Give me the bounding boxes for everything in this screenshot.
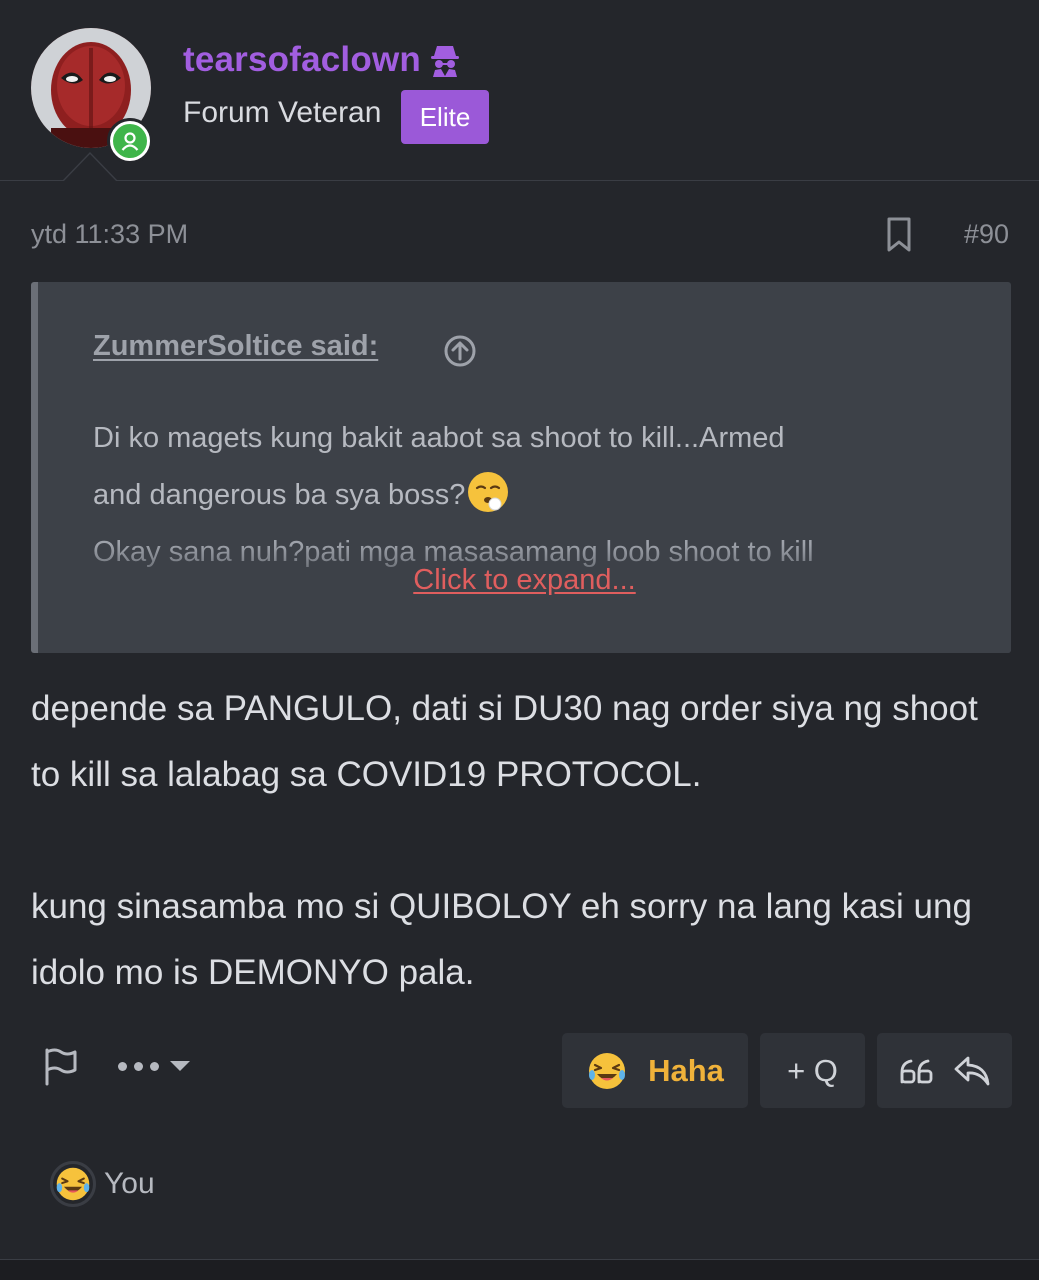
- reaction-label[interactable]: Haha: [648, 1053, 724, 1089]
- spy-icon: [430, 46, 459, 77]
- header-notch-fill: [63, 154, 117, 182]
- user-badge: Elite: [401, 90, 489, 144]
- user-title: Forum Veteran: [183, 96, 382, 129]
- quote-icon: [900, 1059, 932, 1083]
- username-text[interactable]: tearsofaclown: [183, 40, 421, 80]
- post-timestamp[interactable]: ytd 11:33 PM: [31, 219, 188, 250]
- reaction-summary-label[interactable]: You: [104, 1167, 155, 1201]
- reply-button[interactable]: [877, 1033, 1012, 1108]
- multiquote-label[interactable]: + Q: [787, 1053, 838, 1089]
- post-message: depende sa PANGULO, dati si DU30 nag ord…: [31, 676, 1016, 1006]
- reaction-button[interactable]: Haha: [562, 1033, 748, 1108]
- laughing-emoji: [50, 1161, 96, 1207]
- username[interactable]: tearsofaclown: [183, 40, 463, 80]
- laughing-emoji-icon: [56, 1167, 90, 1201]
- message-paragraph: depende sa PANGULO, dati si DU30 nag ord…: [31, 689, 978, 794]
- user-icon: [121, 132, 139, 151]
- arrow-up-circle-icon[interactable]: [443, 334, 477, 368]
- quote-line-text: and dangerous ba sya boss?: [93, 479, 466, 511]
- sleepy-face-emoji: [468, 472, 509, 513]
- quote-author-link[interactable]: ZummerSoltice said:: [93, 330, 378, 363]
- post-header: tearsofaclown Forum Veteran Elite: [0, 0, 1039, 181]
- more-icon-dot: [150, 1061, 159, 1071]
- quote-line: and dangerous ba sya boss?: [93, 467, 983, 524]
- reaction-summary[interactable]: You: [50, 1160, 155, 1208]
- flag-icon[interactable]: [42, 1046, 78, 1086]
- quote-block: ZummerSoltice said: Di ko magets kung ba…: [31, 282, 1011, 653]
- chevron-down-icon: [170, 1061, 190, 1071]
- expand-quote-link[interactable]: Click to expand...: [38, 564, 1011, 597]
- more-options-menu[interactable]: [118, 1050, 206, 1082]
- bookmark-icon[interactable]: [885, 216, 913, 254]
- reply-icon: [954, 1056, 989, 1085]
- laughing-emoji: [589, 1052, 626, 1089]
- message-paragraph: kung sinasamba mo si QUIBOLOY eh sorry n…: [31, 887, 972, 992]
- quote-line: Di ko magets kung bakit aabot sa shoot t…: [93, 422, 785, 454]
- more-icon-dot: [134, 1061, 143, 1071]
- quote-fade-overlay: [38, 544, 1011, 653]
- multiquote-button[interactable]: + Q: [760, 1033, 865, 1108]
- expand-quote-label[interactable]: Click to expand...: [413, 564, 635, 596]
- bottom-divider: [0, 1259, 1039, 1280]
- more-icon-dot: [118, 1061, 127, 1071]
- post-number[interactable]: #90: [964, 219, 1009, 250]
